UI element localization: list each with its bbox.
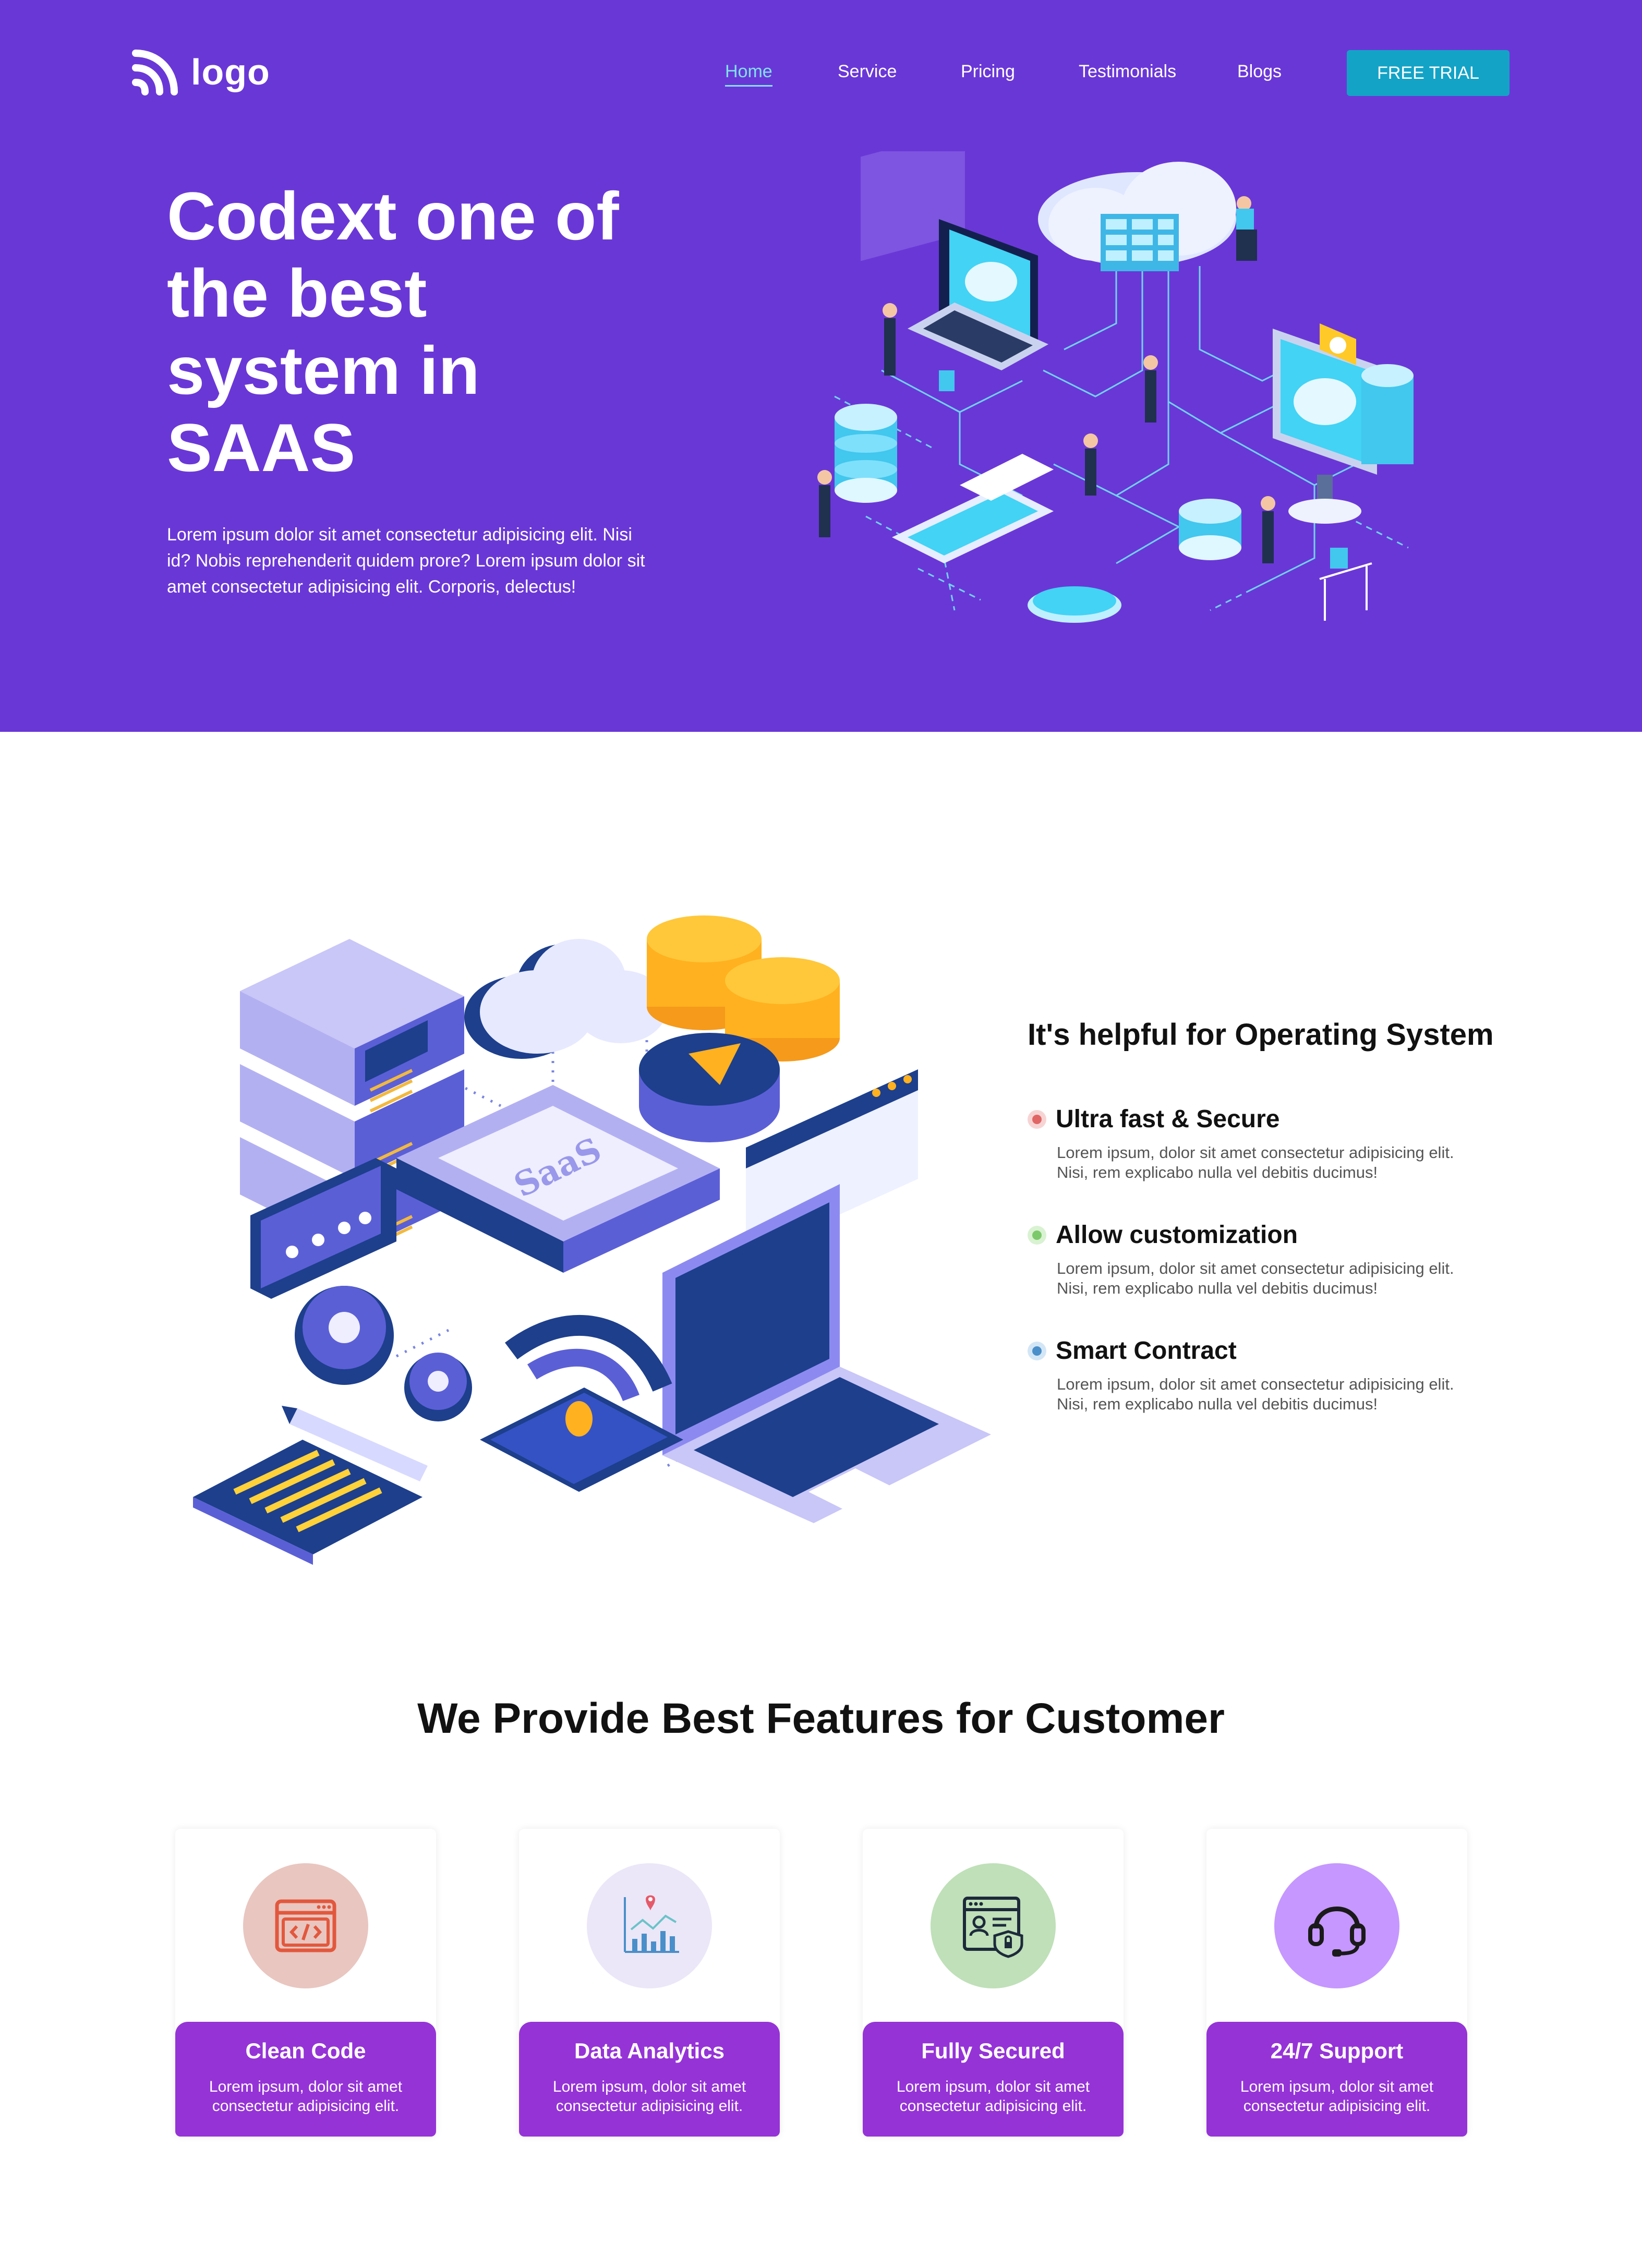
red-bullet-icon — [1028, 1109, 1046, 1129]
free-trial-button[interactable]: FREE TRIAL — [1347, 50, 1510, 96]
secure-profile-icon — [931, 1863, 1056, 1988]
card-title: Fully Secured — [921, 2038, 1065, 2063]
feature-text: Lorem ipsum, dolor sit amet consectetur … — [1057, 1143, 1454, 1181]
headset-icon — [1274, 1863, 1399, 1988]
hero-title: Codext one of the best system in SAAS — [167, 178, 619, 486]
features-heading: We Provide Best Features for Customer — [417, 1695, 1225, 1742]
hero-description: Lorem ipsum dolor sit amet consectetur a… — [167, 525, 645, 597]
feature-item: Ultra fast & Secure Lorem ipsum, dolor s… — [1028, 1105, 1549, 1183]
card-body: Fully Secured Lorem ipsum, dolor sit ame… — [863, 2022, 1124, 2137]
logo-text: logo — [191, 52, 270, 92]
feature-card-clean-code[interactable]: Clean Code Lorem ipsum, dolor sit amet c… — [175, 1829, 436, 2137]
hero-section: logo Home Service Pricing Testimonials B… — [0, 0, 1642, 732]
card-body: Clean Code Lorem ipsum, dolor sit amet c… — [175, 2022, 436, 2137]
feature-card-data-analytics[interactable]: Data Analytics Lorem ipsum, dolor sit am… — [519, 1829, 780, 2137]
card-title: Clean Code — [245, 2038, 366, 2063]
card-text: Lorem ipsum, dolor sit amet consectetur … — [1240, 2078, 1434, 2115]
feature-title: Ultra fast & Secure — [1056, 1105, 1280, 1133]
cloud-network-illustration — [817, 151, 1414, 623]
card-text: Lorem ipsum, dolor sit amet consectetur … — [209, 2078, 403, 2115]
logo[interactable]: logo — [131, 48, 270, 96]
analytics-chart-icon — [587, 1863, 712, 1988]
nav-testimonials[interactable]: Testimonials — [1079, 62, 1176, 82]
nav-pricing[interactable]: Pricing — [961, 62, 1015, 82]
card-body: 24/7 Support Lorem ipsum, dolor sit amet… — [1206, 2022, 1467, 2137]
card-title: 24/7 Support — [1270, 2038, 1404, 2063]
feature-text: Lorem ipsum, dolor sit amet consectetur … — [1057, 1259, 1454, 1297]
feature-title: Allow customization — [1056, 1221, 1298, 1249]
card-text: Lorem ipsum, dolor sit amet consectetur … — [896, 2078, 1090, 2115]
wifi-logo-icon — [132, 50, 178, 95]
feature-card-support[interactable]: 24/7 Support Lorem ipsum, dolor sit amet… — [1206, 1829, 1467, 2137]
green-bullet-icon — [1028, 1225, 1046, 1245]
saas-isometric-illustration: SaaS — [193, 915, 991, 1565]
card-title: Data Analytics — [574, 2038, 725, 2063]
blue-bullet-icon — [1028, 1341, 1046, 1360]
nav-service[interactable]: Service — [838, 62, 897, 82]
feature-item: Smart Contract Lorem ipsum, dolor sit am… — [1028, 1336, 1549, 1414]
nav-home[interactable]: Home — [725, 62, 772, 87]
feature-title: Smart Contract — [1056, 1337, 1237, 1365]
code-window-icon — [243, 1863, 368, 1988]
card-body: Data Analytics Lorem ipsum, dolor sit am… — [519, 2022, 780, 2137]
feature-card-fully-secured[interactable]: Fully Secured Lorem ipsum, dolor sit ame… — [863, 1829, 1124, 2137]
nav-blogs[interactable]: Blogs — [1237, 62, 1282, 82]
feature-item: Allow customization Lorem ipsum, dolor s… — [1028, 1221, 1549, 1298]
about-heading: It's helpful for Operating System — [1028, 1018, 1494, 1052]
card-text: Lorem ipsum, dolor sit amet consectetur … — [552, 2078, 746, 2115]
feature-text: Lorem ipsum, dolor sit amet consectetur … — [1057, 1375, 1454, 1413]
